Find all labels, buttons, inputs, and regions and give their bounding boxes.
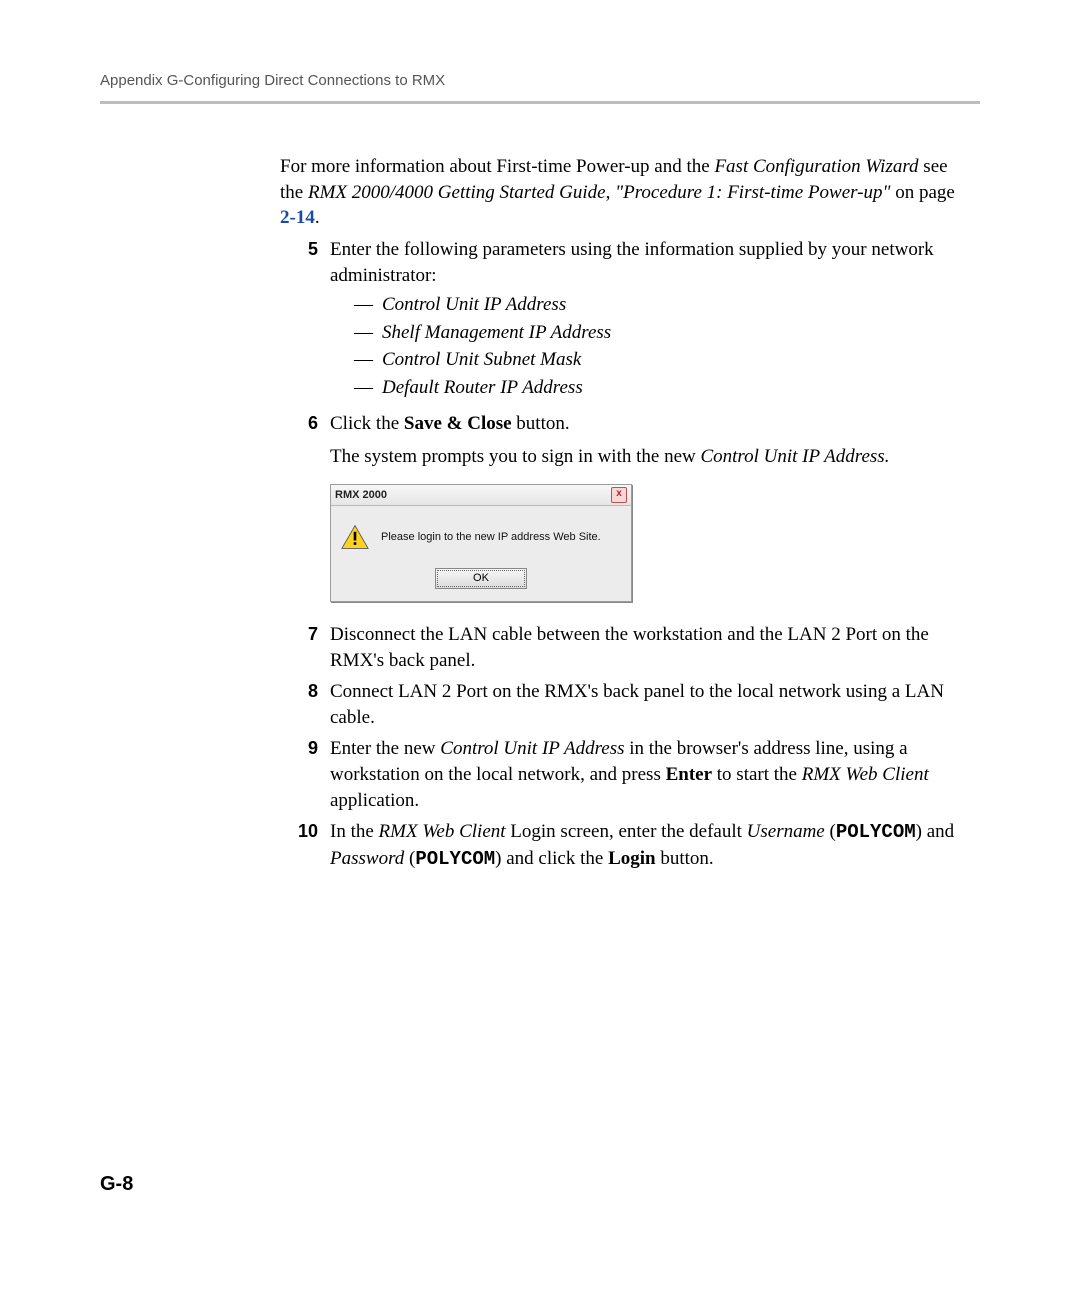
text-italic: Control Unit IP Address. [700, 446, 889, 467]
text: Click the [330, 413, 404, 434]
content-block: For more information about First-time Po… [280, 104, 970, 873]
text: The system prompts you to sign in with t… [330, 446, 700, 467]
text-italic: Username [747, 821, 825, 842]
dialog-message: Please login to the new IP address Web S… [381, 530, 601, 545]
step-number: 5 [280, 237, 330, 405]
text: button. [512, 413, 570, 434]
step-text: Click the Save & Close button. [330, 411, 970, 437]
sub-label: Control Unit IP Address [382, 292, 566, 318]
step-text: Connect LAN 2 Port on the RMX's back pan… [330, 679, 970, 730]
dialog-title: RMX 2000 [335, 488, 611, 503]
step-number: 9 [280, 736, 330, 813]
step-6: 6 Click the Save & Close button. The sys… [280, 411, 970, 616]
dash: — [354, 347, 382, 373]
text-italic: Fast Configuration Wizard [714, 156, 918, 177]
text: ( [825, 821, 836, 842]
step-10: 10 In the RMX Web Client Login screen, e… [280, 819, 970, 872]
text-italic: RMX 2000/4000 Getting Started Guide [308, 182, 606, 203]
text-italic: Password [330, 848, 404, 869]
text: For more information about First-time Po… [280, 156, 714, 177]
step-7: 7 Disconnect the LAN cable between the w… [280, 622, 970, 673]
text-italic: RMX Web Client [802, 764, 929, 785]
text-italic: "Procedure 1: First-time Power-up" [615, 182, 890, 203]
text-mono: POLYCOM [836, 821, 916, 843]
rmx-login-dialog: RMX 2000 x Please login to the new IP ad… [330, 484, 632, 602]
close-icon[interactable]: x [611, 487, 627, 503]
text: In the [330, 821, 379, 842]
text-italic: RMX Web Client [379, 821, 506, 842]
sub-item: —Default Router IP Address [354, 375, 970, 401]
text: , [606, 182, 616, 203]
text: . [315, 207, 320, 228]
warning-icon [341, 524, 369, 550]
step-5: 5 Enter the following parameters using t… [280, 237, 970, 405]
step-9: 9 Enter the new Control Unit IP Address … [280, 736, 970, 813]
dash: — [354, 292, 382, 318]
step-body: Click the Save & Close button. The syste… [330, 411, 970, 616]
text: Login screen, enter the default [506, 821, 747, 842]
step-number: 10 [280, 819, 330, 872]
ok-button[interactable]: OK [435, 568, 527, 589]
step-body: Enter the new Control Unit IP Address in… [330, 736, 970, 813]
text: button. [656, 848, 714, 869]
text: ) and click the [495, 848, 608, 869]
step-number: 7 [280, 622, 330, 673]
text-bold: Save & Close [404, 413, 512, 434]
step-8: 8 Connect LAN 2 Port on the RMX's back p… [280, 679, 970, 730]
sub-item: —Control Unit IP Address [354, 292, 970, 318]
text-italic: Control Unit IP Address [440, 738, 624, 759]
text: ) and [916, 821, 955, 842]
text-bold: Login [608, 848, 656, 869]
step-number: 8 [280, 679, 330, 730]
sub-label: Shelf Management IP Address [382, 320, 611, 346]
intro-paragraph: For more information about First-time Po… [280, 154, 970, 231]
text: on page [890, 182, 954, 203]
sub-label: Default Router IP Address [382, 375, 583, 401]
dialog-body: Please login to the new IP address Web S… [331, 506, 631, 564]
step-text: Disconnect the LAN cable between the wor… [330, 622, 970, 673]
document-page: Appendix G-Configuring Direct Connection… [0, 0, 1080, 1256]
dash: — [354, 375, 382, 401]
dialog-titlebar: RMX 2000 x [331, 485, 631, 506]
dash: — [354, 320, 382, 346]
page-ref-link[interactable]: 2-14 [280, 207, 315, 228]
sublist: —Control Unit IP Address —Shelf Manageme… [354, 292, 970, 401]
text: Enter the new [330, 738, 440, 759]
step-paragraph: The system prompts you to sign in with t… [330, 444, 970, 470]
step-body: In the RMX Web Client Login screen, ente… [330, 819, 970, 872]
sub-item: —Control Unit Subnet Mask [354, 347, 970, 373]
text: to start the [712, 764, 802, 785]
page-header: Appendix G-Configuring Direct Connection… [100, 72, 980, 99]
text-bold: Enter [666, 764, 712, 785]
text-mono: POLYCOM [415, 848, 495, 870]
step-body: Enter the following parameters using the… [330, 237, 970, 405]
page-number: G-8 [100, 1173, 980, 1196]
step-text: Enter the following parameters using the… [330, 237, 970, 288]
sub-item: —Shelf Management IP Address [354, 320, 970, 346]
sub-label: Control Unit Subnet Mask [382, 347, 581, 373]
step-number: 6 [280, 411, 330, 616]
text: application. [330, 790, 419, 811]
text: ( [404, 848, 415, 869]
dialog-button-row: OK [331, 564, 631, 601]
